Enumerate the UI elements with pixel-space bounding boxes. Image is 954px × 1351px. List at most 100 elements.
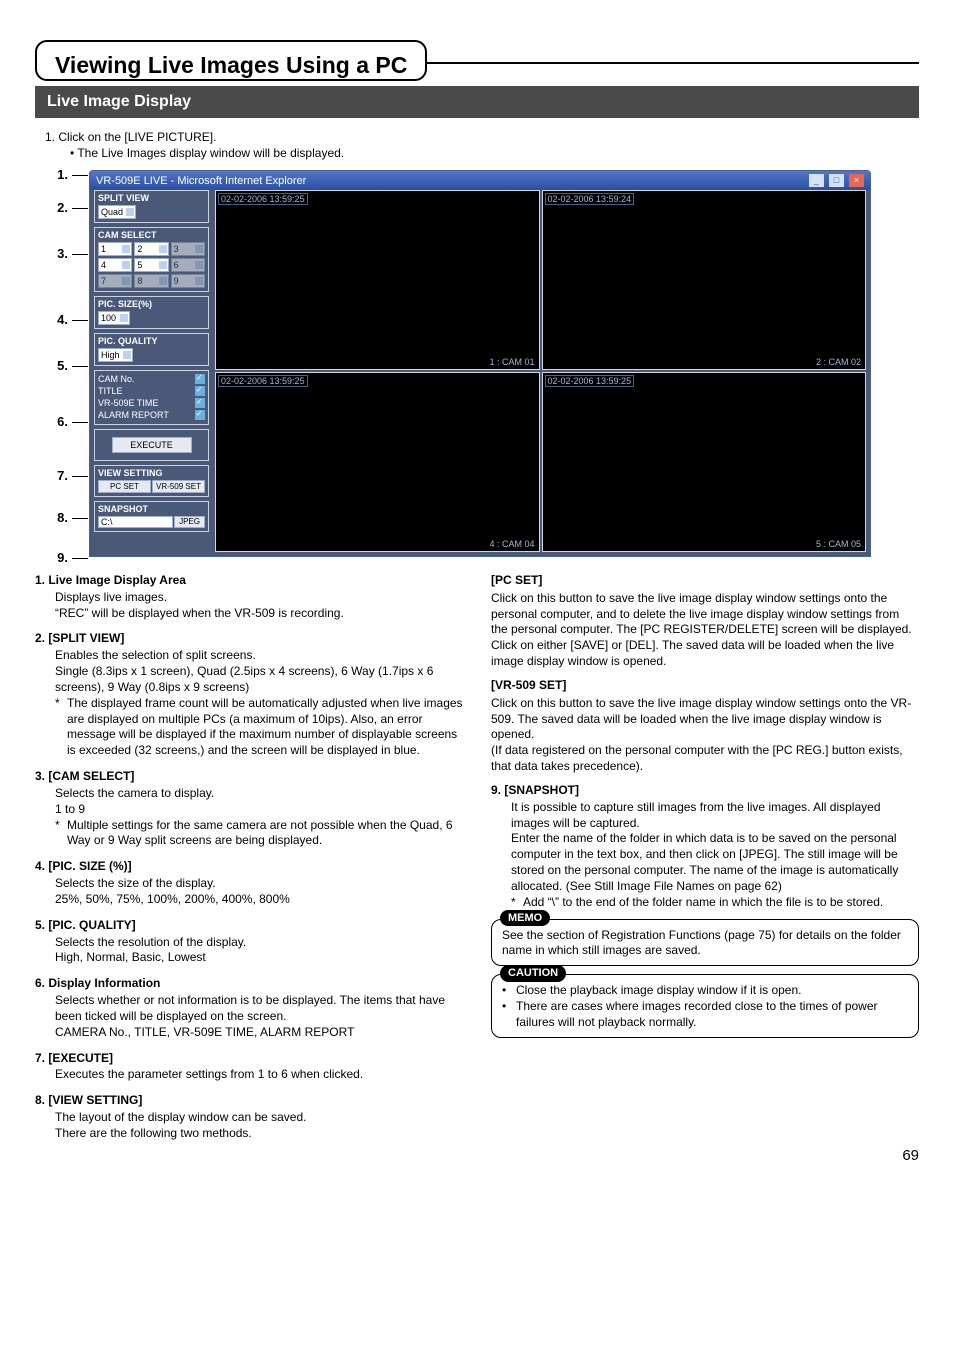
vrset-text1: Click on this button to save the live im… [491, 696, 919, 743]
close-icon[interactable]: × [849, 174, 864, 187]
snap-p1: It is possible to capture still images f… [511, 800, 919, 832]
label-time: VR-509E TIME [98, 398, 158, 408]
memo-text: See the section of Registration Function… [502, 928, 908, 960]
caution-box: CAUTION Close the playback image display… [491, 974, 919, 1037]
window-title: VR-509E LIVE - Microsoft Internet Explor… [96, 175, 306, 187]
item5-p1: Selects the resolution of the display. [55, 935, 463, 951]
cam3-timestamp: 02-02-2006 13:59:25 [218, 375, 308, 387]
step1-heading: 1. Click on the [LIVE PICTURE]. [45, 130, 919, 144]
sidebar: SPLIT VIEW Quad CAM SELECT 1 2 3 4 5 6 7… [94, 190, 209, 552]
checkbox-camno[interactable] [195, 374, 205, 384]
browser-window: VR-509E LIVE - Microsoft Internet Explor… [89, 170, 871, 557]
checkbox-time[interactable] [195, 398, 205, 408]
label-alarm: ALARM REPORT [98, 410, 169, 420]
pic-quality-panel: PIC. QUALITY High [94, 333, 209, 366]
cam4-label: 5 : CAM 05 [816, 539, 861, 549]
split-view-select[interactable]: Quad [98, 205, 136, 219]
cam-select-2[interactable]: 2 [134, 242, 168, 256]
vr509-set-button[interactable]: VR-509 SET [152, 480, 205, 493]
pic-quality-select[interactable]: High [98, 348, 133, 362]
cam-select-8[interactable]: 8 [134, 274, 168, 288]
cam-select-panel: CAM SELECT 1 2 3 4 5 6 7 8 9 [94, 227, 209, 292]
cam2-timestamp: 02-02-2006 13:59:24 [545, 193, 635, 205]
callout-3: 3. [57, 246, 68, 261]
minimize-icon[interactable]: _ [809, 174, 824, 187]
step1-title: Click on the [LIVE PICTURE]. [58, 130, 216, 144]
page-heading-box: Viewing Live Images Using a PC [35, 40, 427, 81]
label-title: TITLE [98, 386, 123, 396]
snap-note: Add “\” to the end of the folder name in… [523, 895, 883, 911]
display-info-panel: CAM No. TITLE VR-509E TIME ALARM REPORT [94, 370, 209, 425]
execute-panel: EXECUTE [94, 429, 209, 461]
item1-p2: “REC” will be displayed when the VR-509 … [55, 606, 463, 622]
cam-select-label: CAM SELECT [98, 230, 205, 240]
snapshot-panel: SNAPSHOT C:\ JPEG [94, 501, 209, 532]
pc-set-button[interactable]: PC SET [98, 480, 151, 493]
snapshot-path-input[interactable]: C:\ [98, 516, 173, 528]
item3-heading: 3. [CAM SELECT] [35, 769, 463, 785]
cam-cell-1: 02-02-2006 13:59:25 1 : CAM 01 [215, 190, 540, 370]
left-col: 1. Live Image Display Area Displays live… [35, 573, 463, 1152]
cam-select-9[interactable]: 9 [171, 274, 205, 288]
item3-note: Multiple settings for the same camera ar… [67, 818, 463, 850]
split-view-panel: SPLIT VIEW Quad [94, 190, 209, 223]
cam3-label: 4 : CAM 04 [489, 539, 534, 549]
cam-select-3[interactable]: 3 [171, 242, 205, 256]
vrset-heading: [VR-509 SET] [491, 678, 919, 694]
step1-number: 1. [45, 130, 55, 144]
figure-wrap: 1. 2. 3. 4. 5. 6. 7. 8. 9. VR-509E LIVE … [43, 170, 919, 557]
view-setting-panel: VIEW SETTING PC SET VR-509 SET [94, 465, 209, 497]
section-bar: Live Image Display [35, 86, 919, 118]
item1-p1: Displays live images. [55, 590, 463, 606]
vrset-text2: (If data registered on the personal comp… [491, 743, 919, 775]
item8-heading: 8. [VIEW SETTING] [35, 1093, 463, 1109]
page-heading: Viewing Live Images Using a PC [55, 52, 407, 79]
cam-select-6[interactable]: 6 [171, 258, 205, 272]
pic-quality-label: PIC. QUALITY [98, 336, 205, 346]
right-col: [PC SET] Click on this button to save th… [491, 573, 919, 1152]
pcset-heading: [PC SET] [491, 573, 919, 589]
cam-cell-3: 02-02-2006 13:59:25 4 : CAM 04 [215, 372, 540, 552]
cam-select-4[interactable]: 4 [98, 258, 132, 272]
callout-4: 4. [57, 312, 68, 327]
cam-cell-2: 02-02-2006 13:59:24 2 : CAM 02 [542, 190, 867, 370]
camera-area: 02-02-2006 13:59:25 1 : CAM 01 02-02-200… [215, 190, 866, 552]
callout-5: 5. [57, 358, 68, 373]
callout-9: 9. [57, 550, 68, 565]
cam-cell-4: 02-02-2006 13:59:25 5 : CAM 05 [542, 372, 867, 552]
item6-heading: 6. Display Information [35, 976, 463, 992]
item8-p2: There are the following two methods. [55, 1126, 463, 1142]
item4-p2: 25%, 50%, 75%, 100%, 200%, 400%, 800% [55, 892, 463, 908]
item7-heading: 7. [EXECUTE] [35, 1051, 463, 1067]
callout-8: 8. [57, 510, 68, 525]
cam4-timestamp: 02-02-2006 13:59:25 [545, 375, 635, 387]
item3-p2: 1 to 9 [55, 802, 463, 818]
pic-size-panel: PIC. SIZE(%) 100 [94, 296, 209, 329]
item2-heading: 2. [SPLIT VIEW] [35, 631, 463, 647]
jpeg-button[interactable]: JPEG [174, 516, 205, 528]
two-col: 1. Live Image Display Area Displays live… [35, 573, 919, 1152]
pic-size-label: PIC. SIZE(%) [98, 299, 205, 309]
item3-p1: Selects the camera to display. [55, 786, 463, 802]
item4-heading: 4. [PIC. SIZE (%)] [35, 859, 463, 875]
step1-bullet: The Live Images display window will be d… [70, 146, 919, 160]
cam-select-5[interactable]: 5 [134, 258, 168, 272]
item7-p1: Executes the parameter settings from 1 t… [55, 1067, 463, 1083]
checkbox-alarm[interactable] [195, 410, 205, 420]
snap-heading: 9. [SNAPSHOT] [491, 783, 919, 799]
cam1-label: 1 : CAM 01 [489, 357, 534, 367]
execute-button[interactable]: EXECUTE [112, 437, 192, 453]
caution-li1: Close the playback image display window … [516, 983, 908, 999]
window-icons: _ □ × [807, 174, 864, 187]
callout-2: 2. [57, 200, 68, 215]
item5-p2: High, Normal, Basic, Lowest [55, 950, 463, 966]
item6-p2: CAMERA No., TITLE, VR-509E TIME, ALARM R… [55, 1025, 463, 1041]
cam-select-1[interactable]: 1 [98, 242, 132, 256]
maximize-icon[interactable]: □ [829, 174, 844, 187]
callout-7: 7. [57, 468, 68, 483]
cam2-label: 2 : CAM 02 [816, 357, 861, 367]
pic-size-select[interactable]: 100 [98, 311, 130, 325]
view-setting-label: VIEW SETTING [98, 468, 205, 478]
cam-select-7[interactable]: 7 [98, 274, 132, 288]
checkbox-title[interactable] [195, 386, 205, 396]
